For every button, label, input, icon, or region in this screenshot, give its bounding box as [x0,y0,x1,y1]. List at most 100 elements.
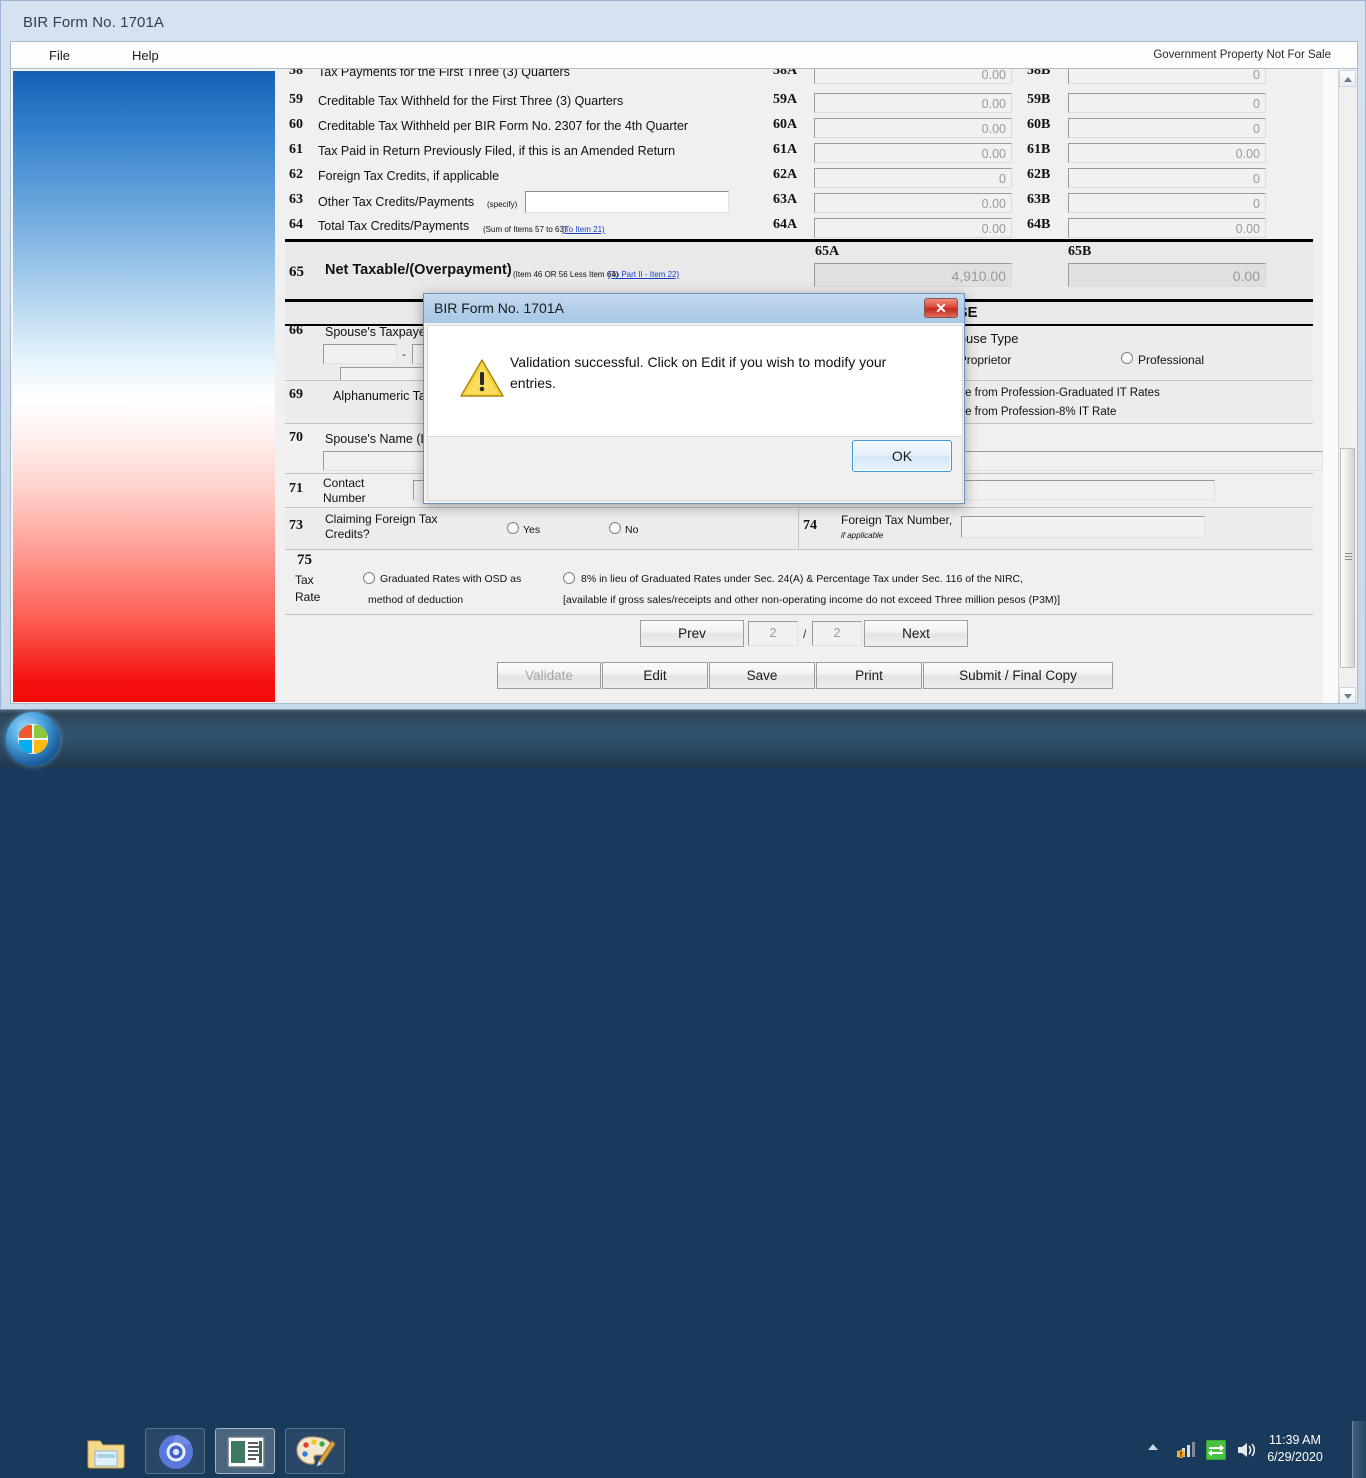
close-icon-glyph: ✕ [925,298,957,318]
amount-65b[interactable]: 0.00 [1068,263,1266,287]
code-60a: 60A [773,117,797,133]
row-note-64: (Sum of Items 57 to 63) [483,225,567,234]
code-62b: 62B [1027,167,1050,183]
row-label-61: Tax Paid in Return Previously Filed, if … [318,144,675,158]
label-graduated-rates-osd-line1: Graduated Rates with OSD as [380,573,521,585]
divider-73-74 [798,509,799,549]
row-number-62: 62 [289,167,303,183]
row-label-62: Foreign Tax Credits, if applicable [318,169,499,183]
foreign-tax-number-input[interactable] [961,516,1205,538]
code-65a: 65A [815,244,839,260]
radio-foreign-tax-yes[interactable] [507,522,519,534]
row-note-74: if applicable [841,531,883,540]
amount-65a[interactable]: 4,910.00 [814,263,1012,287]
clock[interactable]: 11:39 AM 6/29/2020 [1252,1432,1338,1466]
row-link-64[interactable]: (To Item 21) [562,225,605,234]
form-row-62: 62 Foreign Tax Credits, if applicable 62… [285,164,1313,189]
tin-dash-1: - [402,347,406,361]
amount-58b[interactable]: 0 [1068,68,1266,84]
dialog-ok-button[interactable]: OK [852,440,952,472]
taskbar-item-bir-form-app[interactable] [215,1428,275,1474]
windows-logo-icon [18,724,48,754]
code-64b: 64B [1027,217,1050,233]
prev-page-button[interactable]: Prev [640,620,744,647]
row-label-71-line1: Contact [323,476,364,490]
submit-final-copy-button[interactable]: Submit / Final Copy [923,662,1113,689]
taskbar-item-paint-app[interactable] [285,1428,345,1474]
amount-62a[interactable]: 0 [814,168,1012,188]
row-link-65[interactable]: (To Part II - Item 22) [608,270,679,279]
folder-icon [85,1434,127,1470]
scroll-down-arrow-icon[interactable] [1339,687,1356,704]
code-64a: 64A [773,217,797,233]
row-number-59: 59 [289,92,303,108]
row-number-65: 65 [289,264,304,281]
menu-item-help[interactable]: Help [126,47,165,64]
form-row-60: 60 Creditable Tax Withheld per BIR Form … [285,114,1313,139]
label-graduated-rates-osd-line2: method of deduction [368,594,463,606]
label-foreign-tax-no: No [625,524,638,536]
amount-62b[interactable]: 0 [1068,168,1266,188]
government-property-note: Government Property Not For Sale [1153,49,1331,61]
show-desktop-button[interactable] [1352,1421,1366,1478]
amount-60a[interactable]: 0.00 [814,118,1012,138]
radio-foreign-tax-no[interactable] [609,522,621,534]
current-page-input[interactable]: 2 [748,621,798,646]
close-icon[interactable]: ✕ [924,298,958,318]
next-page-button[interactable]: Next [864,620,968,647]
amount-59b[interactable]: 0 [1068,93,1266,113]
form-row-59: 59 Creditable Tax Withheld for the First… [285,89,1313,114]
code-59a: 59A [773,92,797,108]
amount-64b[interactable]: 0.00 [1068,218,1266,238]
form-row-73-74: 73 Claiming Foreign Tax Credits? Yes No … [285,509,1313,549]
row-number-64: 64 [289,217,303,233]
row-label-71-line2: Number [323,491,366,505]
amount-63b[interactable]: 0 [1068,193,1266,213]
row-number-70: 70 [289,430,303,446]
spouse-tin-part-1[interactable] [323,344,397,364]
dialog-titlebar: BIR Form No. 1701A ✕ [424,294,964,323]
row-number-58: 58 [289,68,303,79]
form-row-65: 65 Net Taxable/(Overpayment) (Item 46 OR… [285,242,1313,299]
radio-graduated-rates-osd[interactable] [363,572,375,584]
row-number-63: 63 [289,192,303,208]
amount-58a[interactable]: 0.00 [814,68,1012,84]
row-number-61: 61 [289,142,303,158]
print-button[interactable]: Print [816,662,922,689]
code-59b: 59B [1027,92,1050,108]
scrollbar-thumb[interactable] [1340,448,1355,668]
code-58a: 58A [773,68,797,79]
show-hidden-icons-button[interactable] [1146,1440,1160,1459]
network-icon[interactable] [1176,1440,1196,1463]
clock-time: 11:39 AM [1252,1432,1338,1449]
warning-icon [460,358,504,398]
application-window: BIR Form No. 1701A File Help Government … [0,0,1366,710]
validation-dialog: BIR Form No. 1701A ✕ Validation successf… [423,293,965,504]
specify-input-63[interactable] [525,191,729,213]
taskbar-item-windows-explorer[interactable] [75,1428,135,1474]
amount-63a[interactable]: 0.00 [814,193,1012,213]
amount-61b[interactable]: 0.00 [1068,143,1266,163]
amount-61a[interactable]: 0.00 [814,143,1012,163]
start-button[interactable] [6,712,60,766]
taskbar-item-chromium-browser[interactable] [145,1428,205,1474]
row-number-71: 71 [289,481,303,497]
validate-button[interactable]: Validate [497,662,601,689]
chromium-icon [156,1432,196,1472]
save-button[interactable]: Save [709,662,815,689]
flag-gradient-panel [13,71,275,702]
label-foreign-tax-yes: Yes [523,524,540,536]
row-number-60: 60 [289,117,303,133]
row-label-58: Tax Payments for the First Three (3) Qua… [318,68,570,79]
scroll-up-arrow-icon[interactable] [1339,70,1356,87]
row-label-73-line1: Claiming Foreign Tax [325,512,438,526]
code-62a: 62A [773,167,797,183]
vertical-scrollbar[interactable] [1338,70,1356,704]
amount-59a[interactable]: 0.00 [814,93,1012,113]
edit-button[interactable]: Edit [602,662,708,689]
radio-8-percent-rate[interactable] [563,572,575,584]
amount-64a[interactable]: 0.00 [814,218,1012,238]
amount-60b[interactable]: 0 [1068,118,1266,138]
menu-item-file[interactable]: File [43,47,76,64]
network-share-icon[interactable] [1206,1440,1226,1465]
